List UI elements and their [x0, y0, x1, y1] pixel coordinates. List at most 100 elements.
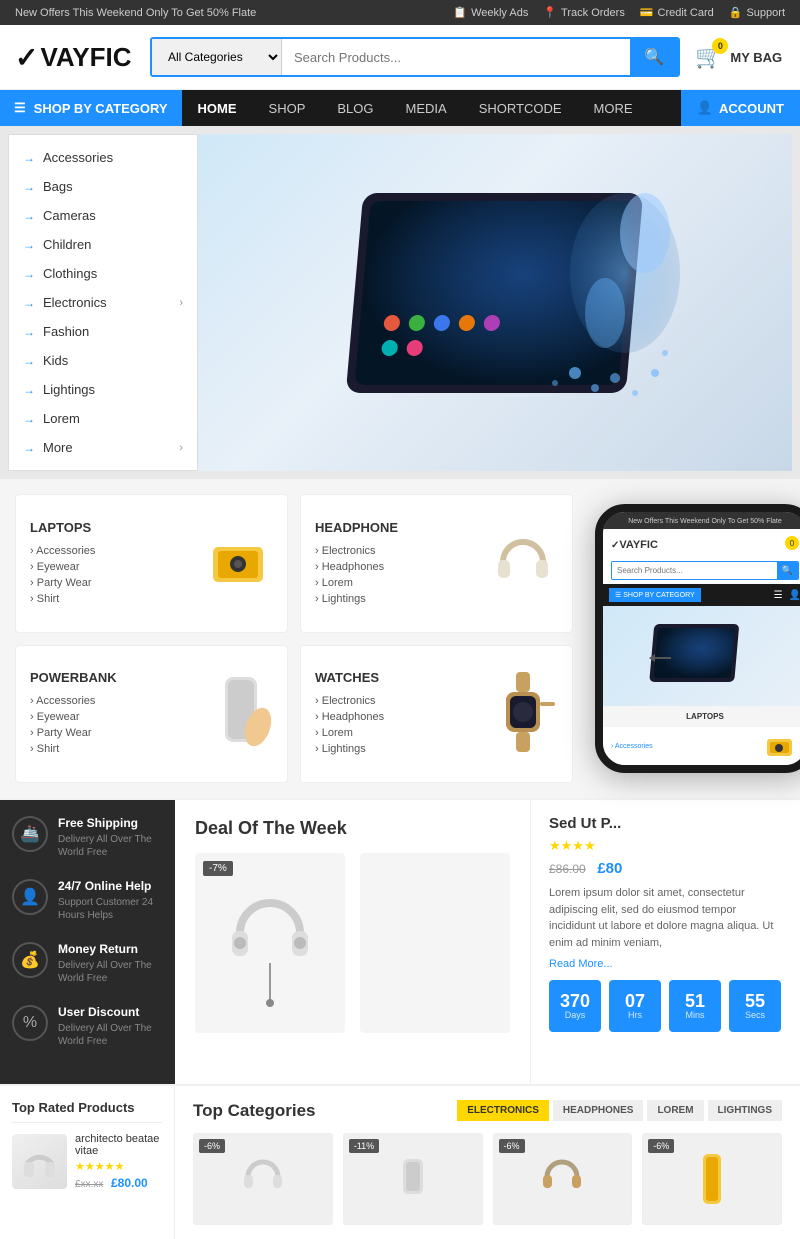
sidebar-item-lightings[interactable]: →Lightings [9, 375, 197, 404]
sidebar-item-children[interactable]: →Children [9, 230, 197, 259]
sidebar-item-accessories[interactable]: →Accessories [9, 143, 197, 172]
hero-tablet-image [305, 173, 685, 433]
feature-text-money: Money Return Delivery All Over The World… [58, 942, 163, 985]
phone-shop-by[interactable]: ☰ SHOP BY CATEGORY [609, 588, 701, 602]
top-categories-header: Top Categories ELECTRONICS HEADPHONES LO… [193, 1100, 782, 1121]
arrow-icon: → [23, 296, 35, 310]
product-card-1[interactable]: -6% [193, 1133, 333, 1225]
phone-search-bar: 🔍 [611, 561, 799, 580]
cat-link[interactable]: › Electronics [315, 693, 384, 709]
sidebar-item-kids[interactable]: →Kids [9, 346, 197, 375]
phone-nav: ☰ SHOP BY CATEGORY ☰ 👤 [603, 584, 800, 606]
cat-link[interactable]: › Party Wear [30, 575, 95, 591]
search-bar: All Categories 🔍 [150, 37, 680, 77]
read-more-link[interactable]: Read More... [549, 958, 613, 970]
nav-item-shortcode[interactable]: SHORTCODE [463, 91, 578, 126]
category-info-headphone: HEADPHONE › Electronics › Headphones › L… [315, 520, 398, 607]
phone-menu-icon[interactable]: ☰ [774, 590, 783, 601]
nav-item-more[interactable]: MORE [578, 91, 649, 126]
search-input[interactable] [282, 39, 630, 75]
cart-label: MY BAG [730, 50, 782, 65]
tab-lightings[interactable]: LIGHTINGS [708, 1100, 782, 1121]
feature-free-shipping: 🚢 Free Shipping Delivery All Over The Wo… [12, 816, 163, 859]
sidebar-item-bags[interactable]: →Bags [9, 172, 197, 201]
countdown-days: 370 Days [549, 980, 601, 1032]
phone-search-btn[interactable]: 🔍 [777, 562, 798, 579]
nav-account[interactable]: 👤 ACCOUNT [681, 90, 800, 126]
product-badge-2: -11% [349, 1139, 379, 1153]
rated-product-item: architecto beatae vitae ★★★★★ £xx.xx £80… [12, 1133, 162, 1190]
sidebar-item-electronics[interactable]: →Electronics › [9, 288, 197, 317]
feature-text-help: 24/7 Online Help Support Customer 24 Hou… [58, 879, 163, 922]
phone-laptops-row: › Accessories [603, 727, 800, 765]
deal-of-week: Deal Of The Week -7% [175, 800, 530, 1084]
cat-link[interactable]: › Accessories [30, 693, 117, 709]
arrow-icon: → [23, 238, 35, 252]
cat-link[interactable]: › Shirt [30, 591, 95, 607]
tab-headphones[interactable]: HEADPHONES [553, 1100, 644, 1121]
account-icon: 👤 [697, 100, 713, 116]
cat-link[interactable]: › Eyewear [30, 559, 95, 575]
cart-area[interactable]: 🛒 0 MY BAG [695, 44, 785, 70]
phone-cart-badge: 0 [785, 536, 799, 550]
top-categories: Top Categories ELECTRONICS HEADPHONES LO… [175, 1086, 800, 1239]
sidebar-item-lorem[interactable]: →Lorem [9, 404, 197, 433]
category-image-watches [488, 672, 558, 755]
nav-item-shop[interactable]: SHOP [253, 91, 322, 126]
deal-product-1[interactable]: -7% [195, 853, 345, 1033]
cat-link[interactable]: › Electronics [315, 543, 398, 559]
category-tabs: ELECTRONICS HEADPHONES LOREM LIGHTINGS [457, 1100, 782, 1121]
nav-items: HOME SHOP BLOG MEDIA SHORTCODE MORE [182, 91, 681, 126]
cat-link[interactable]: › Lightings [315, 591, 398, 607]
phone-search-input[interactable] [612, 562, 777, 579]
hamburger-icon: ☰ [14, 100, 26, 116]
cat-link[interactable]: › Headphones [315, 709, 384, 725]
cat-link[interactable]: › Shirt [30, 741, 117, 757]
weekly-ads-link[interactable]: 📋 Weekly Ads [453, 6, 528, 19]
product-card-2[interactable]: -11% [343, 1133, 483, 1225]
phone-hero-banner [603, 606, 800, 706]
cat-link[interactable]: › Headphones [315, 559, 398, 575]
phone-header: ✓VAYFIC 0 [603, 529, 800, 557]
tab-electronics[interactable]: ELECTRONICS [457, 1100, 549, 1121]
hero-section: →Accessories →Bags →Cameras →Children →C… [0, 126, 800, 479]
deal-features-section: 🚢 Free Shipping Delivery All Over The Wo… [0, 798, 800, 1084]
sidebar-item-cameras[interactable]: →Cameras [9, 201, 197, 230]
support-link[interactable]: 🔒 Support [729, 6, 785, 19]
category-section: LAPTOPS › Accessories › Eyewear › Party … [0, 479, 800, 798]
top-bar-links: 📋 Weekly Ads 📍 Track Orders 💳 Credit Car… [453, 6, 785, 19]
nav-item-home[interactable]: HOME [182, 91, 253, 126]
search-button[interactable]: 🔍 [630, 39, 678, 75]
sidebar-item-fashion[interactable]: →Fashion [9, 317, 197, 346]
shop-by-category[interactable]: ☰ SHOP BY CATEGORY [0, 90, 182, 126]
feature-text-discount: User Discount Delivery All Over The Worl… [58, 1005, 163, 1048]
sidebar-item-clothings[interactable]: →Clothings [9, 259, 197, 288]
top-rated-sidebar: Top Rated Products architecto beatae vit… [0, 1086, 175, 1239]
product-card-3[interactable]: -6% [493, 1133, 633, 1225]
category-image-headphone [488, 527, 558, 600]
cat-link[interactable]: › Lorem [315, 575, 398, 591]
cat-link[interactable]: › Accessories [30, 543, 95, 559]
category-image-powerbank [203, 672, 273, 755]
phone-account-icon[interactable]: 👤 [789, 590, 800, 601]
cat-link[interactable]: › Lightings [315, 741, 384, 757]
product-card-4[interactable]: -6% [642, 1133, 782, 1225]
category-select[interactable]: All Categories [152, 39, 282, 75]
feature-money-return: 💰 Money Return Delivery All Over The Wor… [12, 942, 163, 985]
money-icon: 💰 [12, 942, 48, 978]
deal-product-2[interactable] [360, 853, 510, 1033]
credit-card-link[interactable]: 💳 Credit Card [640, 6, 714, 19]
feature-text-shipping: Free Shipping Delivery All Over The Worl… [58, 816, 163, 859]
cat-link[interactable]: › Party Wear [30, 725, 117, 741]
sidebar-item-more[interactable]: →More › [9, 433, 197, 462]
product-badge-1: -6% [199, 1139, 225, 1153]
logo[interactable]: ✓ VAYFIC [15, 41, 135, 74]
tab-lorem[interactable]: LOREM [647, 1100, 703, 1121]
track-orders-link[interactable]: 📍 Track Orders [543, 6, 624, 19]
deal-products-row: -7% [195, 853, 510, 1033]
cat-link[interactable]: › Lorem [315, 725, 384, 741]
nav-item-media[interactable]: MEDIA [390, 91, 463, 126]
cart-badge: 0 [712, 38, 728, 54]
nav-item-blog[interactable]: BLOG [321, 91, 389, 126]
cat-link[interactable]: › Eyewear [30, 709, 117, 725]
